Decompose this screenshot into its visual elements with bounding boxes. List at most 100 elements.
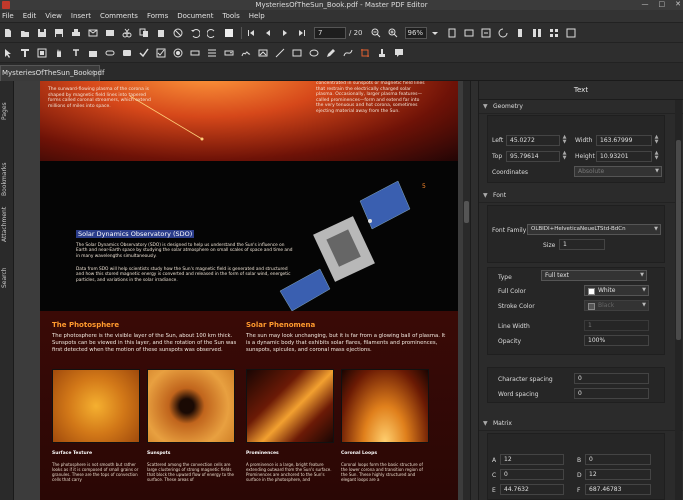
note-icon[interactable] [394, 48, 404, 58]
menu-help[interactable]: Help [249, 12, 265, 20]
prev-page-icon[interactable] [263, 28, 273, 38]
coordinates-select[interactable]: Absolute ▼ [574, 166, 662, 177]
image-icon[interactable] [258, 48, 268, 58]
maximize-button[interactable]: □ [659, 0, 666, 8]
new-file-icon[interactable] [3, 28, 13, 38]
height-spinner[interactable]: ▲ ▼ [653, 151, 660, 162]
email-icon[interactable] [88, 28, 98, 38]
matrix-d-input[interactable]: 12 [585, 469, 651, 480]
edit-text-icon[interactable] [20, 48, 30, 58]
copy-icon[interactable] [139, 28, 149, 38]
first-page-icon[interactable] [246, 28, 256, 38]
radio-button-icon[interactable] [173, 48, 183, 58]
next-page-icon[interactable] [280, 28, 290, 38]
select-page-icon[interactable] [224, 28, 234, 38]
type-select[interactable]: Full text ▼ [541, 270, 647, 281]
text-select-icon[interactable] [71, 48, 81, 58]
menu-insert[interactable]: Insert [71, 12, 91, 20]
actual-size-icon[interactable] [481, 28, 491, 38]
close-button[interactable]: ✕ [675, 0, 681, 8]
rotate-icon[interactable] [498, 28, 508, 38]
sidebar-tab-bookmarks[interactable]: Bookmarks [1, 159, 13, 199]
pencil-icon[interactable] [326, 48, 336, 58]
matrix-e-input[interactable]: 44.7632 [500, 484, 564, 495]
zoom-select[interactable]: 96% [404, 26, 427, 39]
matrix-b-input[interactable]: 0 [585, 454, 651, 465]
menu-forms[interactable]: Forms [147, 12, 168, 20]
save-icon[interactable] [37, 28, 47, 38]
character-spacing-input[interactable]: 0 [574, 373, 649, 384]
left-spinner[interactable]: ▲ ▼ [561, 135, 568, 146]
bezier-icon[interactable] [343, 48, 353, 58]
ellipse-icon[interactable] [309, 48, 319, 58]
tab-close-icon[interactable]: ✕ [89, 66, 95, 80]
menu-file[interactable]: File [2, 12, 14, 20]
signature-icon[interactable] [241, 48, 251, 58]
save-as-icon[interactable] [54, 28, 64, 38]
menu-view[interactable]: View [45, 12, 62, 20]
crop-icon[interactable] [360, 48, 370, 58]
document-scrollbar[interactable] [463, 81, 470, 500]
link-icon[interactable] [105, 48, 115, 58]
font-section-header[interactable]: ▼ Font [479, 189, 683, 203]
matrix-section-header[interactable]: ▼ Matrix [479, 417, 683, 431]
top-input[interactable]: 95.79614 [506, 151, 560, 162]
properties-icon[interactable] [566, 28, 576, 38]
zoom-dropdown-icon[interactable] [430, 28, 440, 38]
document-tab[interactable]: MysteriesOfTheSun_Book.pdf ✕ [0, 65, 104, 81]
stroke-color-select[interactable]: Black ▼ [584, 300, 649, 311]
rectangle-icon[interactable] [292, 48, 302, 58]
undo-icon[interactable] [190, 28, 200, 38]
paste-icon[interactable] [156, 28, 166, 38]
hand-icon[interactable] [54, 48, 64, 58]
grid-icon[interactable] [549, 28, 559, 38]
snapshot-icon[interactable] [88, 48, 98, 58]
sidebar-tab-search[interactable]: Search [1, 265, 13, 291]
checkbox-icon[interactable] [156, 48, 166, 58]
last-page-icon[interactable] [297, 28, 307, 38]
text-field-icon[interactable] [190, 48, 200, 58]
single-page-icon[interactable] [515, 28, 525, 38]
top-spinner[interactable]: ▲ ▼ [561, 151, 568, 162]
edit-object-icon[interactable] [37, 48, 47, 58]
menu-tools[interactable]: Tools [222, 12, 239, 20]
panel-scroll-thumb[interactable] [676, 140, 681, 340]
panel-scrollbar[interactable] [675, 100, 682, 500]
sidebar-tab-pages[interactable]: Pages [1, 99, 13, 123]
matrix-c-input[interactable]: 0 [500, 469, 564, 480]
cut-icon[interactable] [122, 28, 132, 38]
height-input[interactable]: 10.93201 [596, 151, 652, 162]
checkbox-field-icon[interactable] [139, 48, 149, 58]
menu-comments[interactable]: Comments [100, 12, 138, 20]
two-page-icon[interactable] [532, 28, 542, 38]
sidebar-tab-attachment[interactable]: Attachment [1, 203, 13, 245]
fill-color-select[interactable]: White ▼ [584, 285, 649, 296]
menu-document[interactable]: Document [177, 12, 213, 20]
menu-edit[interactable]: Edit [23, 12, 37, 20]
redo-icon[interactable] [207, 28, 217, 38]
zoom-in-icon[interactable] [388, 28, 398, 38]
sdo-heading[interactable]: Solar Dynamics Observatory (SDO) [76, 230, 195, 238]
list-box-icon[interactable] [207, 48, 217, 58]
matrix-a-input[interactable]: 12 [500, 454, 564, 465]
combo-box-icon[interactable] [224, 48, 234, 58]
word-spacing-input[interactable]: 0 [574, 388, 649, 399]
minimize-button[interactable]: — [642, 0, 649, 8]
fit-page-icon[interactable] [447, 28, 457, 38]
fit-width-icon[interactable] [464, 28, 474, 38]
pointer-icon[interactable] [3, 48, 13, 58]
scan-icon[interactable] [105, 28, 115, 38]
document-view[interactable]: The sunward-flowing plasma of the corona… [14, 81, 470, 500]
geometry-section-header[interactable]: ▼ Geometry [479, 100, 683, 114]
delete-icon[interactable] [173, 28, 183, 38]
font-family-select[interactable]: OLBIDI+HelveticaNeueLTStd-BdCn ▼ [527, 224, 661, 235]
page-number-input[interactable]: 7 [314, 26, 346, 39]
width-input[interactable]: 163.67999 [596, 135, 652, 146]
panel-splitter[interactable] [470, 81, 479, 500]
matrix-f-input[interactable]: 687.46783 [585, 484, 651, 495]
line-icon[interactable] [275, 48, 285, 58]
document-scroll-thumb[interactable] [464, 201, 469, 223]
opacity-input[interactable]: 100% [584, 335, 649, 346]
width-spinner[interactable]: ▲ ▼ [653, 135, 660, 146]
size-input[interactable]: 1 [559, 239, 605, 250]
